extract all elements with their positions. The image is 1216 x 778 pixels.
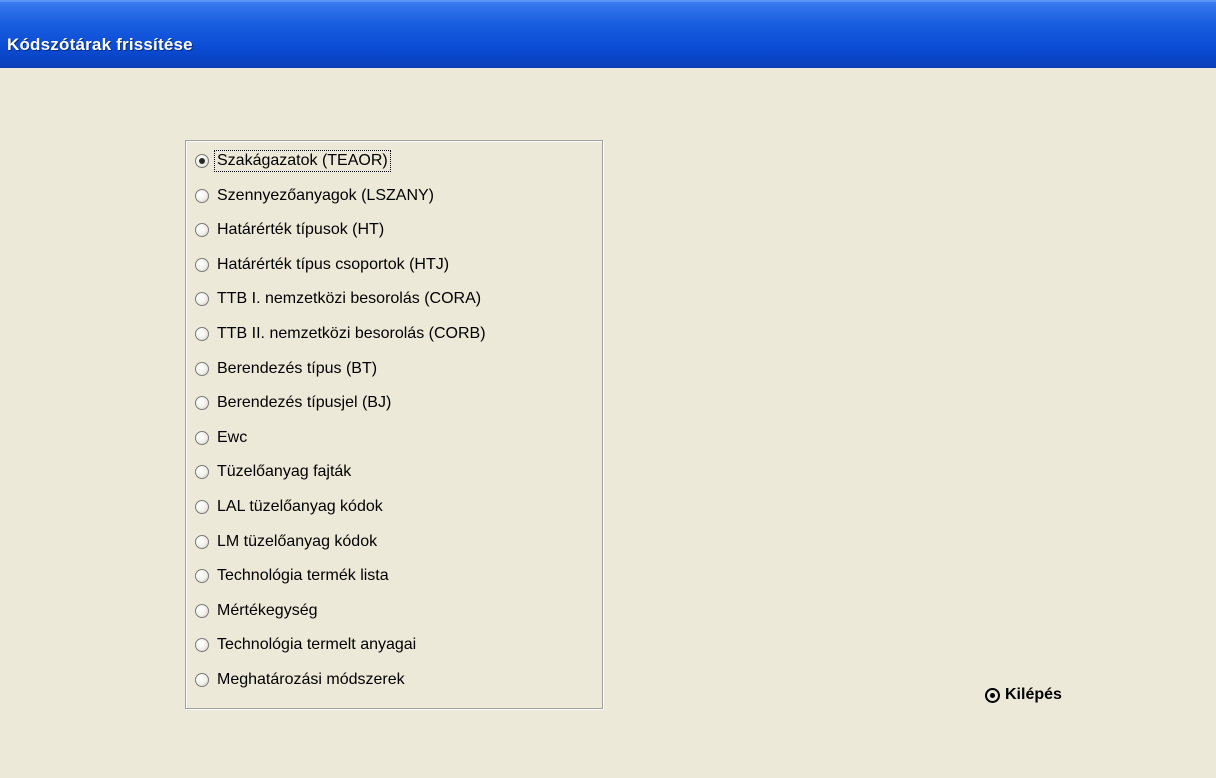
- radio-option-label: Szakágazatok (TEAOR): [214, 150, 391, 172]
- radio-option[interactable]: Berendezés típusjel (BJ): [195, 388, 393, 418]
- radio-option[interactable]: LM tüzelőanyag kódok: [195, 527, 379, 557]
- radio-button[interactable]: [195, 361, 209, 376]
- radio-button[interactable]: [195, 292, 209, 307]
- radio-option-label: Ewc: [217, 428, 248, 446]
- radio-option[interactable]: Meghatározási módszerek: [195, 665, 407, 695]
- radio-option[interactable]: Mértékegység: [195, 596, 320, 626]
- radio-option[interactable]: TTB II. nemzetközi besorolás (CORB): [195, 319, 488, 349]
- radio-button[interactable]: [195, 223, 209, 238]
- radio-option-label: LM tüzelőanyag kódok: [217, 532, 378, 550]
- radio-button[interactable]: [195, 603, 209, 618]
- radio-option-label: Mértékegység: [217, 601, 318, 619]
- radio-option[interactable]: Technológia termék lista: [195, 561, 391, 591]
- radio-button[interactable]: [195, 673, 209, 687]
- radio-button[interactable]: [195, 638, 209, 653]
- radio-option-label: Tüzelőanyag fajták: [217, 463, 352, 481]
- radio-button[interactable]: [195, 154, 209, 168]
- radio-button[interactable]: [195, 465, 209, 480]
- radio-button[interactable]: [195, 430, 209, 445]
- exit-button[interactable]: Kilépés: [985, 686, 1062, 704]
- radio-option[interactable]: Határérték típusok (HT): [195, 215, 386, 245]
- radio-option-label: TTB I. nemzetközi besorolás (CORA): [217, 290, 482, 308]
- radio-option-label: Szennyezőanyagok (LSZANY): [217, 186, 434, 204]
- radio-button[interactable]: [195, 396, 209, 411]
- radio-option-label: Technológia termék lista: [217, 567, 389, 585]
- radio-option[interactable]: Berendezés típus (BT): [195, 354, 379, 384]
- radio-button[interactable]: [195, 327, 209, 341]
- radio-option-label: Határérték típus csoportok (HTJ): [217, 255, 450, 273]
- radio-option[interactable]: Ewc: [195, 423, 249, 453]
- radio-option-label: TTB II. nemzetközi besorolás (CORB): [217, 325, 486, 342]
- radio-option[interactable]: Technológia termelt anyagai: [195, 630, 418, 660]
- radio-option-label: LAL tüzelőanyag kódok: [217, 498, 383, 515]
- radio-button[interactable]: [195, 188, 209, 203]
- radio-option[interactable]: Szennyezőanyagok (LSZANY): [195, 181, 436, 211]
- radio-option[interactable]: Szakágazatok (TEAOR): [195, 146, 391, 176]
- target-circle-icon: [985, 687, 1000, 703]
- radio-option-label: Technológia termelt anyagai: [217, 636, 417, 654]
- window-title: Kódszótárak frissítése: [7, 35, 193, 54]
- radio-option-label: Határérték típusok (HT): [217, 221, 385, 239]
- radio-option[interactable]: TTB I. nemzetközi besorolás (CORA): [195, 284, 483, 314]
- radio-option[interactable]: Határérték típus csoportok (HTJ): [195, 250, 451, 280]
- radio-option-label: Berendezés típus (BT): [217, 359, 378, 377]
- radio-button[interactable]: [195, 534, 209, 549]
- radio-option[interactable]: LAL tüzelőanyag kódok: [195, 492, 385, 522]
- radio-button[interactable]: [195, 257, 209, 272]
- radio-option[interactable]: Tüzelőanyag fajták: [195, 457, 353, 487]
- exit-label: Kilépés: [1005, 686, 1062, 703]
- radio-button[interactable]: [195, 569, 209, 584]
- window-titlebar: Kódszótárak frissítése: [0, 0, 1216, 68]
- radio-option-label: Meghatározási módszerek: [217, 671, 405, 688]
- radio-option-label: Berendezés típusjel (BJ): [217, 394, 392, 412]
- radio-button[interactable]: [195, 500, 209, 514]
